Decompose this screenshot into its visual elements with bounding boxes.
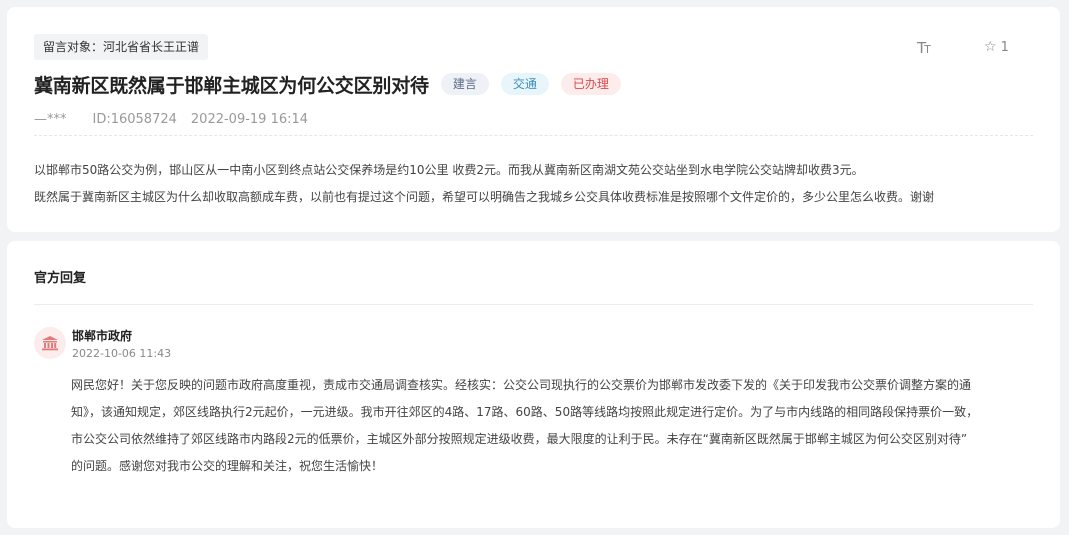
question-body: 以邯郸市50路公交为例，邯山区从一中南小区到终点站公交保养场是约10公里 收费2… [34, 157, 1034, 211]
reply-body-line: 知》，该通知规定，郊区线路执行2元起价，一元进级。我市开往郊区的4路、17路、6… [71, 405, 979, 419]
message-date: 2022-09-19 16:14 [190, 112, 309, 127]
page-title: 冀南新区既然属于邯郸主城区为何公交区别对待 [34, 74, 429, 97]
font-size-icon[interactable]: TT [917, 39, 931, 57]
government-building-icon [34, 327, 66, 359]
status-badge: 已办理 [560, 73, 621, 95]
author-name: —*** [34, 112, 67, 127]
question-meta: —*** ID:16058724 2022-09-19 16:14 [34, 112, 308, 127]
reply-card: 官方回复 邯郸市政府 2022-10-06 11:43 网民您好！关于您反映的问… [7, 241, 1060, 528]
message-target-label: 留言对象：河北省省长王正谱 [34, 34, 209, 60]
star-icon: ☆ [984, 39, 997, 55]
tag-suggestion[interactable]: 建言 [440, 73, 489, 95]
message-id: ID:16058724 [92, 112, 177, 127]
question-body-line: 以邯郸市50路公交为例，邯山区从一中南小区到终点站公交保养场是约10公里 收费2… [34, 163, 864, 177]
tag-traffic[interactable]: 交通 [500, 73, 549, 95]
divider [34, 135, 1033, 136]
divider [34, 304, 1033, 305]
reply-heading: 官方回复 [34, 271, 87, 286]
reply-body-line: 市公交公司依然维持了郊区线路市内路段2元的低票价，主城区外部分按照规定进级收费，… [71, 432, 968, 446]
reply-body: 网民您好！关于您反映的问题市政府高度重视，责成市交通局调查核实。经核实：公交公司… [71, 372, 1037, 480]
favorite-count: 1 [1000, 39, 1009, 55]
title-row: 冀南新区既然属于邯郸主城区为何公交区别对待 建言 交通 已办理 [34, 69, 621, 99]
reply-body-line: 网民您好！关于您反映的问题市政府高度重视，责成市交通局调查核实。经核实：公交公司… [71, 378, 972, 392]
question-card: 留言对象：河北省省长王正谱 TT ☆ 1 冀南新区既然属于邯郸主城区为何公交区别… [7, 7, 1060, 232]
reply-date: 2022-10-06 11:43 [72, 347, 172, 360]
favorite-button[interactable]: ☆ 1 [984, 39, 1009, 55]
reply-org-name: 邯郸市政府 [72, 329, 133, 343]
question-body-line: 既然属于冀南新区主城区为什么却收取高额成车费，以前也有提过这个问题，希望可以明确… [34, 190, 935, 204]
reply-body-line: 的问题。感谢您对我市公交的理解和关注，祝您生活愉快！ [71, 459, 384, 473]
